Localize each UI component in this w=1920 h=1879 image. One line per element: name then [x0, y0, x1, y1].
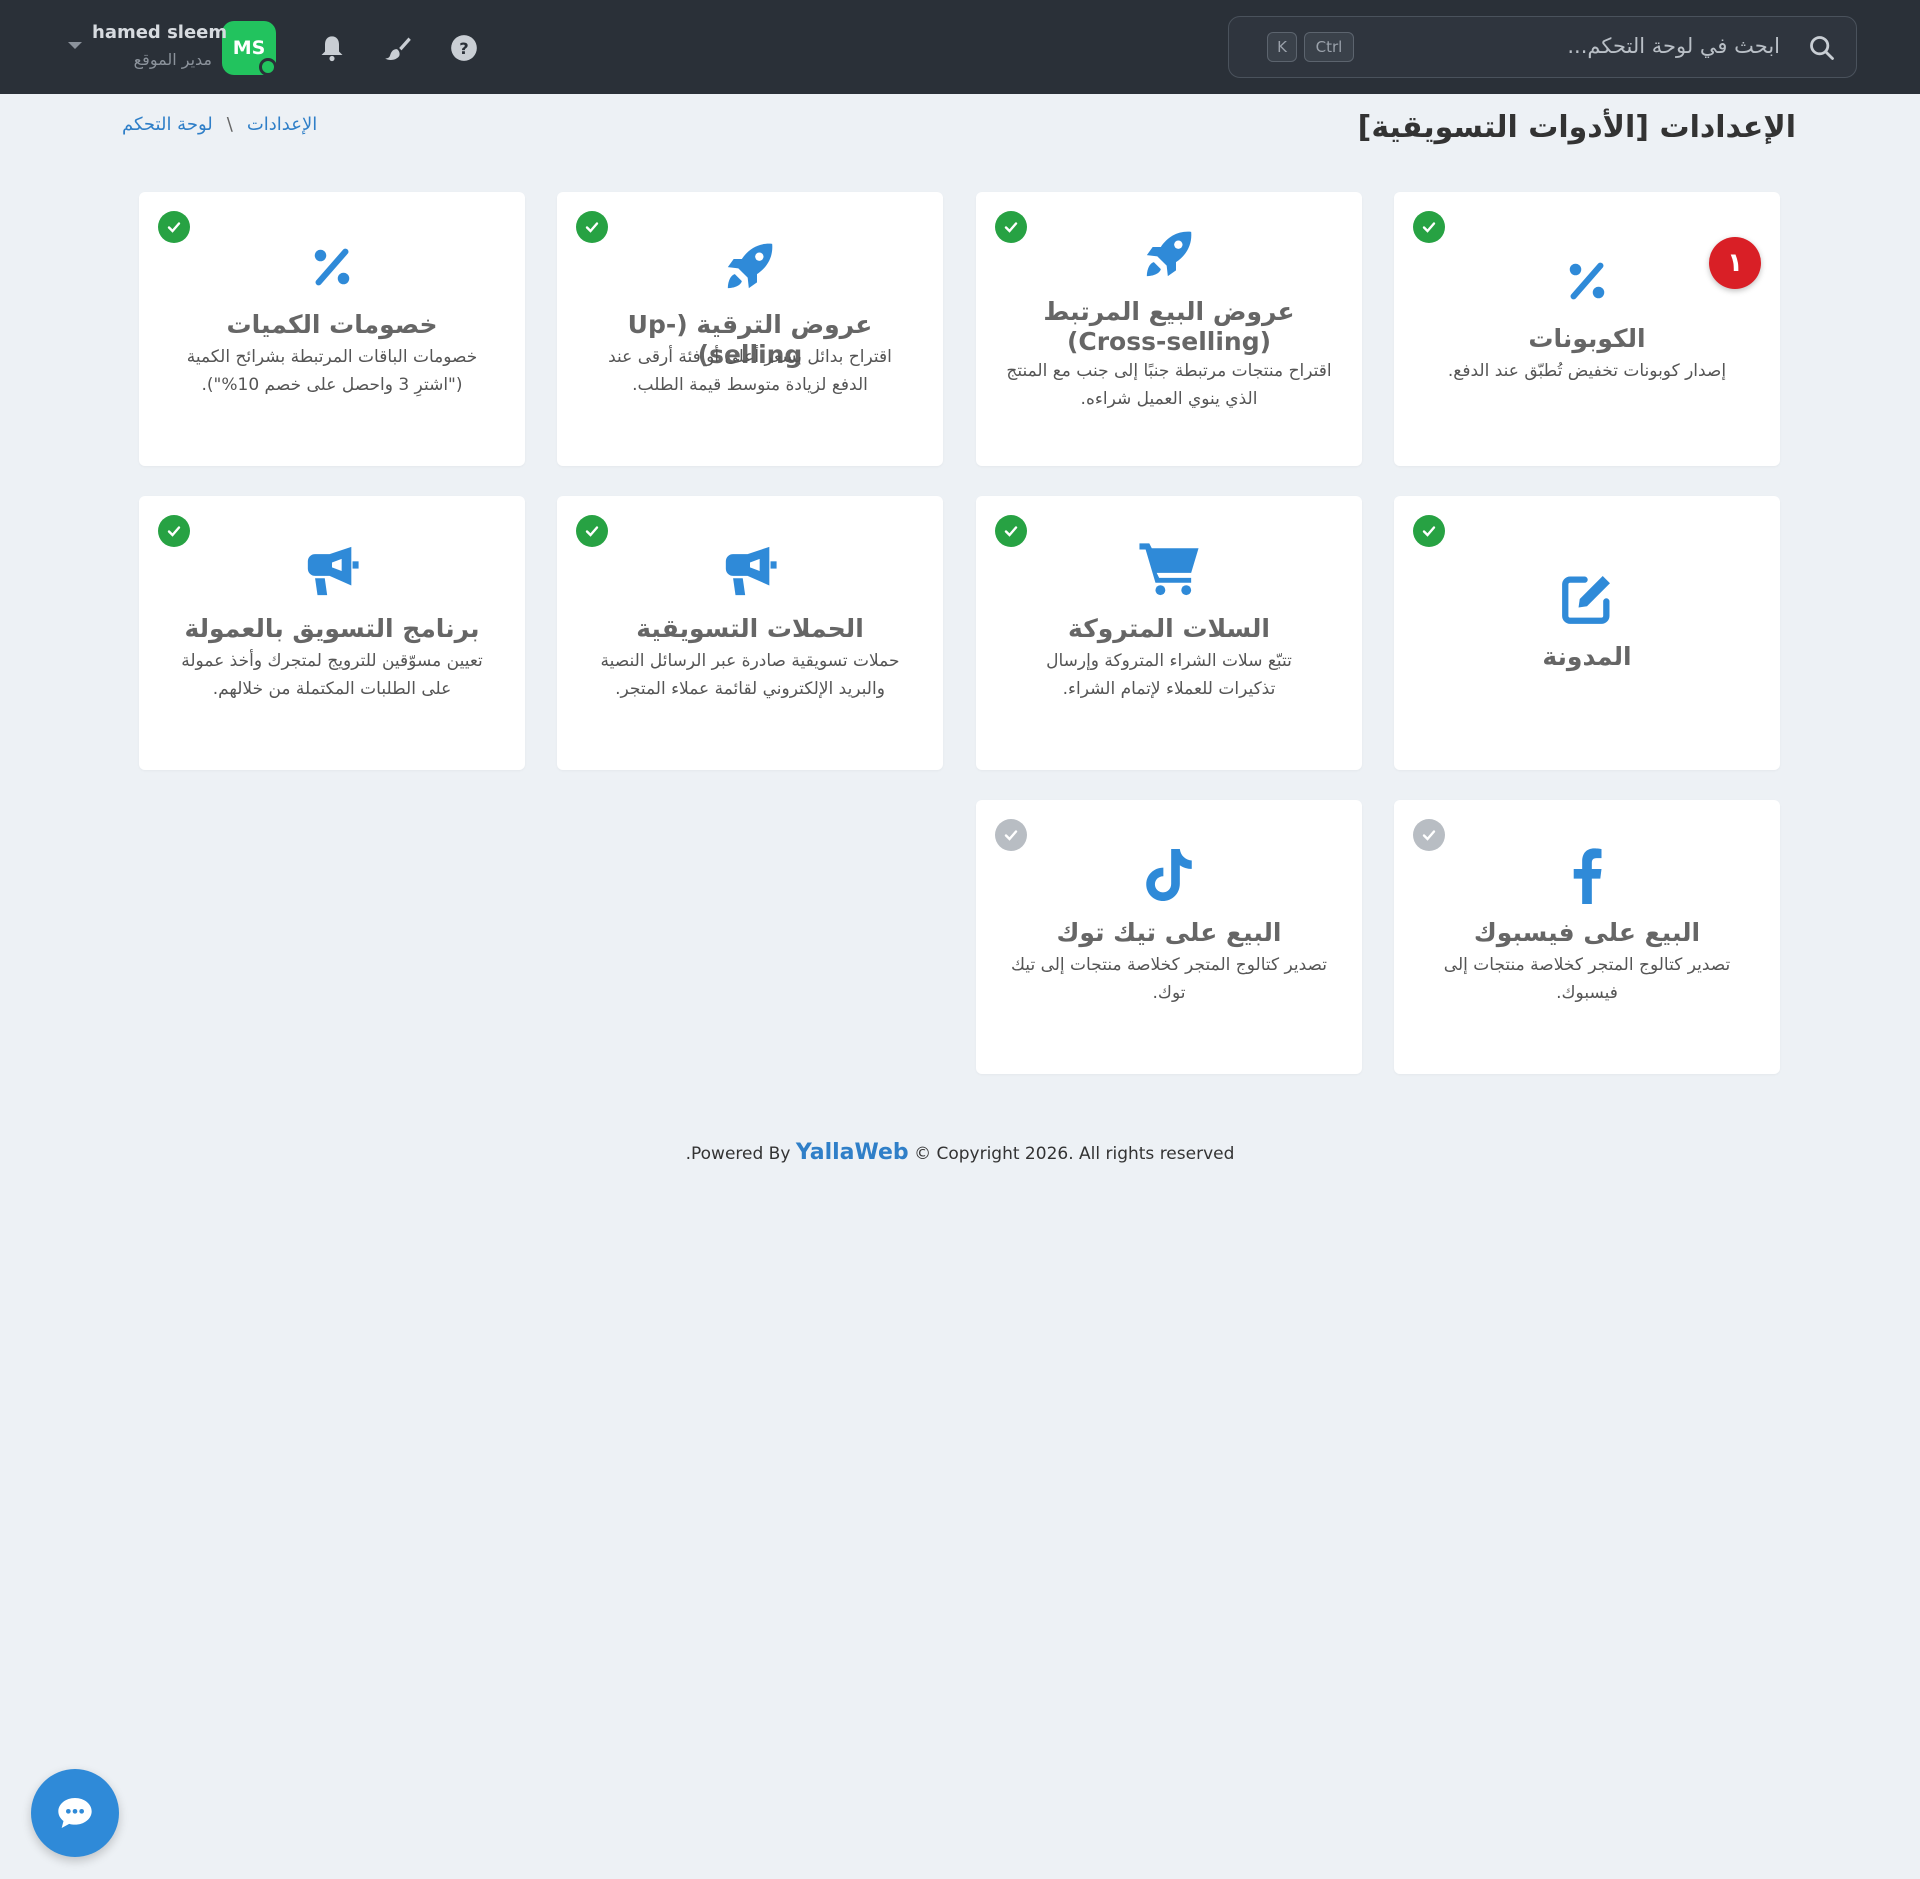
card-cross-selling[interactable]: عروض البيع المرتبط (Cross-selling) اقترا… [976, 192, 1362, 466]
card-title: الحملات التسويقية [636, 614, 864, 643]
chevron-down-icon[interactable] [68, 42, 82, 49]
tiktok-icon [1146, 849, 1192, 901]
breadcrumb-separator: \ [226, 114, 233, 135]
card-blog[interactable]: المدونة [1394, 496, 1780, 770]
top-navbar: ابحث في لوحة التحكم... K Ctrl ? MS hamed… [0, 0, 1920, 94]
shortcut-key-ctrl: Ctrl [1304, 32, 1354, 62]
card-description: تتبّع سلات الشراء المتروكة وإرسال تذكيرا… [1046, 651, 1292, 699]
megaphone-icon [725, 546, 777, 596]
check-icon [158, 515, 190, 547]
breadcrumb: الإعدادات \ لوحة التحكم [122, 114, 317, 135]
check-icon [995, 515, 1027, 547]
rocket-icon [727, 243, 773, 289]
check-icon [1413, 819, 1445, 851]
shortcut-key-k: K [1267, 32, 1297, 62]
breadcrumb-settings[interactable]: الإعدادات [247, 114, 317, 135]
bell-icon[interactable] [318, 34, 346, 62]
card-title: عروض البيع المرتبط (Cross-selling) [1043, 297, 1295, 356]
footer: .Powered By YallaWeb © Copyright 2026. A… [0, 1140, 1920, 1165]
check-icon [995, 819, 1027, 851]
card-title: الكوبونات [1528, 324, 1646, 353]
rocket-icon [1146, 231, 1192, 277]
card-title: البيع على تيك توك [1056, 918, 1282, 947]
card-title: برنامج التسويق بالعمولة [184, 614, 480, 643]
page-title: الإعدادات [الأدوات التسويقية] [1357, 110, 1796, 145]
search-icon[interactable] [1808, 34, 1836, 62]
card-description: إصدار كوبونات تخفيض تُطبّق عند الدفع. [1447, 361, 1727, 381]
breadcrumb-dashboard[interactable]: لوحة التحكم [122, 114, 213, 135]
card-description: خصومات الباقات المرتبطة بشرائح الكمية ("… [186, 347, 478, 395]
card-description: تصدير كتالوج المتجر كخلاصة منتجات إلى في… [1443, 955, 1731, 1003]
search-bar[interactable]: ابحث في لوحة التحكم... K Ctrl [1228, 16, 1857, 78]
user-role: مدير الموقع [133, 50, 212, 69]
card-description: تصدير كتالوج المتجر كخلاصة منتجات إلى تي… [1010, 955, 1328, 1003]
card-affiliate-program[interactable]: برنامج التسويق بالعمولة تعيين مسوّقين لل… [139, 496, 525, 770]
cart-icon [1139, 543, 1199, 596]
chat-button[interactable] [31, 1769, 119, 1857]
check-icon [995, 211, 1027, 243]
check-icon [158, 211, 190, 243]
card-quantity-discounts[interactable]: خصومات الكميات خصومات الباقات المرتبطة ب… [139, 192, 525, 466]
card-title: السلات المتروكة [1068, 614, 1270, 643]
online-status-dot [259, 58, 277, 76]
search-placeholder[interactable]: ابحث في لوحة التحكم... [1567, 34, 1780, 58]
card-title: خصومات الكميات [226, 310, 438, 339]
facebook-icon [1573, 848, 1602, 904]
card-sell-on-tiktok[interactable]: البيع على تيك توك تصدير كتالوج المتجر كخ… [976, 800, 1362, 1074]
card-description: حملات تسويقية صادرة عبر الرسائل النصية و… [600, 651, 900, 699]
card-title: المدونة [1542, 642, 1632, 671]
card-description: اقتراح بدائل بسعر أعلى أو فئة أرقى عند ا… [608, 347, 892, 395]
notification-badge: ١ [1709, 237, 1761, 289]
footer-prefix: .Powered By [685, 1144, 791, 1164]
card-title: البيع على فيسبوك [1473, 918, 1701, 947]
brush-icon[interactable] [384, 34, 412, 62]
check-icon [1413, 515, 1445, 547]
megaphone-icon [307, 546, 359, 596]
percent-icon [1569, 262, 1605, 300]
card-description: تعيين مسوّقين للترويج لمتجرك وأخذ عمولة … [181, 651, 483, 699]
svg-text:?: ? [459, 39, 468, 58]
edit-icon [1562, 576, 1610, 624]
card-abandoned-carts[interactable]: السلات المتروكة تتبّع سلات الشراء المترو… [976, 496, 1362, 770]
card-marketing-campaigns[interactable]: الحملات التسويقية حملات تسويقية صادرة عب… [557, 496, 943, 770]
check-icon [576, 211, 608, 243]
card-coupons[interactable]: ١ الكوبونات إصدار كوبونات تخفيض تُطبّق ع… [1394, 192, 1780, 466]
percent-icon [314, 248, 350, 286]
chat-bubble-icon [58, 1798, 92, 1828]
help-icon[interactable]: ? [450, 34, 478, 62]
card-sell-on-facebook[interactable]: البيع على فيسبوك تصدير كتالوج المتجر كخل… [1394, 800, 1780, 1074]
check-icon [1413, 211, 1445, 243]
check-icon [576, 515, 608, 547]
user-name[interactable]: hamed sleem [92, 22, 227, 43]
card-up-selling[interactable]: عروض الترقية (Up-selling) اقتراح بدائل ب… [557, 192, 943, 466]
footer-copyright: © Copyright 2026. All rights reserved [914, 1144, 1235, 1164]
card-description: اقتراح منتجات مرتبطة جنبًا إلى جنب مع ال… [1006, 361, 1332, 409]
footer-brand-link[interactable]: YallaWeb [796, 1140, 909, 1165]
